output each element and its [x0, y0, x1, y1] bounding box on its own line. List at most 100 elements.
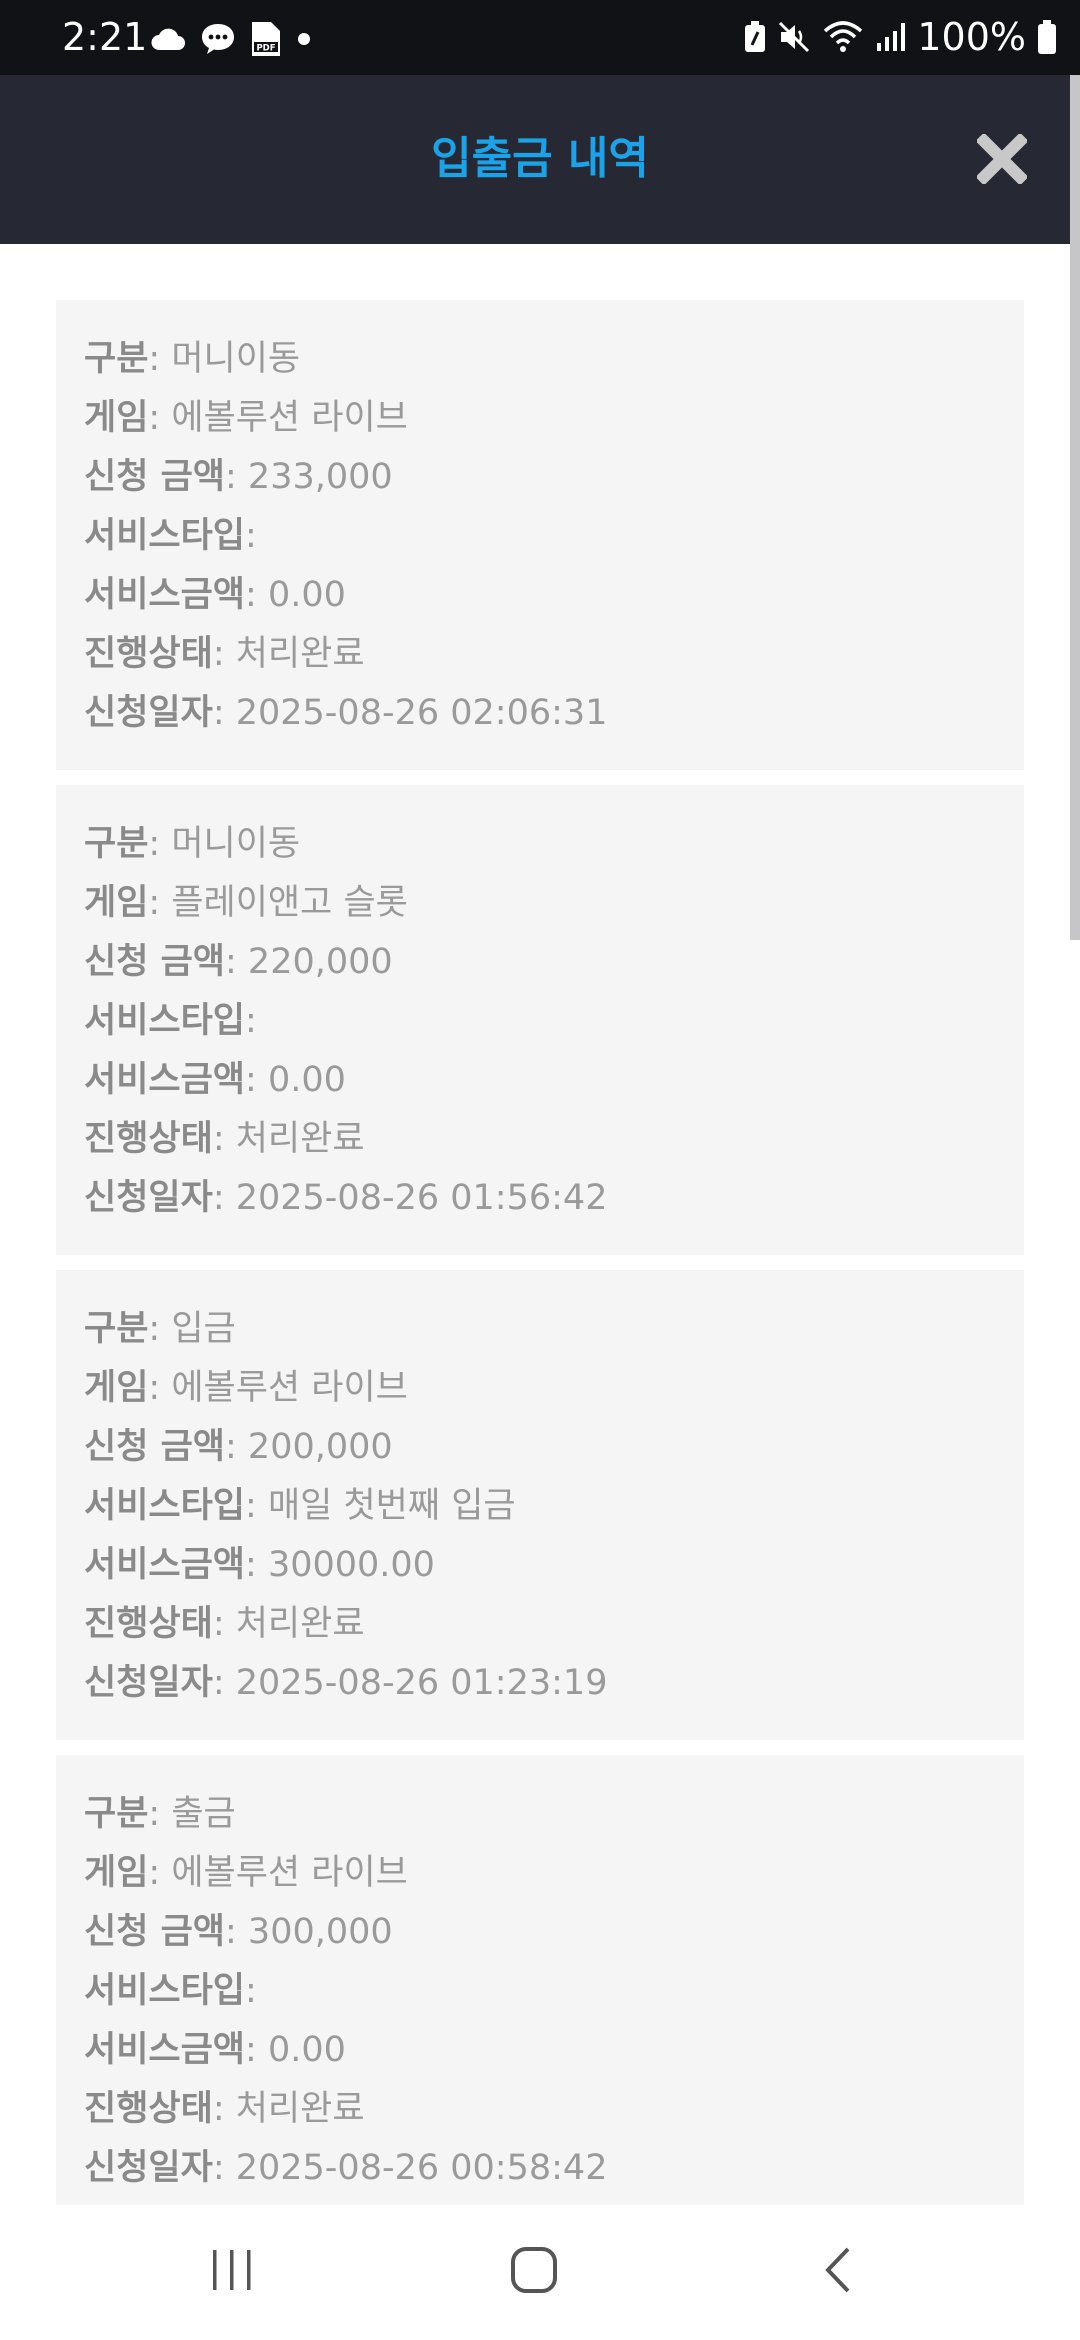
- back-button[interactable]: [798, 2235, 878, 2305]
- transaction-card: 구분: 출금 게임: 에볼루션 라이브 신청 금액: 300,000 서비스타입…: [56, 1755, 1024, 2225]
- status-row: 진행상태: 처리완료: [84, 2089, 365, 2129]
- type-label: 구분: [84, 339, 149, 379]
- chat-icon: [202, 24, 234, 54]
- game-row: 게임: 에볼루션 라이브: [84, 398, 408, 438]
- game-value: 에볼루션 라이브: [171, 1368, 408, 1408]
- date-value: 2025-08-26 01:56:42: [235, 1178, 608, 1218]
- service-amount-label: 서비스금액: [84, 575, 246, 615]
- transaction-card: 구분: 머니이동 게임: 플레이앤고 슬롯 신청 금액: 220,000 서비스…: [56, 785, 1024, 1255]
- modal-header: 입출금 내역: [0, 75, 1080, 244]
- screen: 2:21 PDF 100% 입출금 내역 구분: 머니이동 게임: 에볼루션 라…: [0, 0, 1080, 2340]
- service-amount-value: 0.00: [267, 1060, 346, 1100]
- service-amount-value: 0.00: [267, 575, 346, 615]
- date-label: 신청일자: [84, 2148, 213, 2188]
- status-row: 진행상태: 처리완료: [84, 1119, 365, 1159]
- status-label: 진행상태: [84, 1604, 213, 1644]
- amount-value: 233,000: [247, 457, 393, 497]
- type-row: 구분: 머니이동: [84, 339, 301, 379]
- status-value: 처리완료: [235, 1119, 365, 1159]
- battery-icon: [1038, 20, 1056, 54]
- service-amount-row: 서비스금액: 0.00: [84, 2030, 346, 2070]
- transaction-list: 구분: 머니이동 게임: 에볼루션 라이브 신청 금액: 233,000 서비스…: [56, 300, 1024, 2240]
- amount-label: 신청 금액: [84, 1427, 225, 1467]
- status-bar: 2:21 PDF 100%: [0, 0, 1080, 75]
- recent-apps-icon: [213, 2250, 251, 2290]
- service-amount-label: 서비스금액: [84, 2030, 246, 2070]
- status-label: 진행상태: [84, 1119, 213, 1159]
- type-value: 입금: [171, 1309, 236, 1349]
- type-label: 구분: [84, 824, 149, 864]
- service-type-label: 서비스타입: [84, 1486, 246, 1526]
- game-label: 게임: [84, 1853, 149, 1893]
- battery-percent: 100%: [917, 15, 1026, 59]
- type-label: 구분: [84, 1309, 149, 1349]
- service-type-label: 서비스타입: [84, 1971, 246, 2011]
- home-icon: [511, 2247, 557, 2293]
- amount-row: 신청 금액: 300,000: [84, 1912, 393, 1952]
- service-amount-row: 서비스금액: 0.00: [84, 575, 346, 615]
- service-type-row: 서비스타입:: [84, 1001, 257, 1041]
- type-value: 머니이동: [171, 824, 301, 864]
- date-row: 신청일자: 2025-08-26 02:06:31: [84, 693, 608, 733]
- service-amount-label: 서비스금액: [84, 1545, 246, 1585]
- game-row: 게임: 에볼루션 라이브: [84, 1853, 408, 1893]
- amount-label: 신청 금액: [84, 1912, 225, 1952]
- cloud-icon: [151, 28, 185, 50]
- type-value: 머니이동: [171, 339, 301, 379]
- system-nav-bar: [0, 2205, 1080, 2340]
- service-amount-value: 30000.00: [267, 1545, 435, 1585]
- svg-text:PDF: PDF: [256, 44, 275, 54]
- date-row: 신청일자: 2025-08-26 00:58:42: [84, 2148, 608, 2188]
- game-label: 게임: [84, 883, 149, 923]
- type-row: 구분: 머니이동: [84, 824, 301, 864]
- status-label: 진행상태: [84, 634, 213, 674]
- scrollbar[interactable]: [1070, 75, 1080, 940]
- type-row: 구분: 출금: [84, 1794, 236, 1834]
- transaction-card: 구분: 머니이동 게임: 에볼루션 라이브 신청 금액: 233,000 서비스…: [56, 300, 1024, 770]
- status-value: 처리완료: [235, 634, 365, 674]
- home-button[interactable]: [494, 2235, 574, 2305]
- type-label: 구분: [84, 1794, 149, 1834]
- type-row: 구분: 입금: [84, 1309, 236, 1349]
- status-label: 진행상태: [84, 2089, 213, 2129]
- date-label: 신청일자: [84, 693, 213, 733]
- date-value: 2025-08-26 01:23:19: [235, 1663, 608, 1703]
- status-time: 2:21: [62, 15, 148, 59]
- game-row: 게임: 에볼루션 라이브: [84, 1368, 408, 1408]
- page-title: 입출금 내역: [431, 133, 649, 184]
- back-icon: [825, 2247, 850, 2293]
- date-value: 2025-08-26 02:06:31: [235, 693, 608, 733]
- status-row: 진행상태: 처리완료: [84, 1604, 365, 1644]
- system-icons: 100%: [743, 14, 1058, 60]
- mute-icon: [779, 21, 810, 53]
- amount-label: 신청 금액: [84, 457, 225, 497]
- service-type-label: 서비스타입: [84, 516, 246, 556]
- status-row: 진행상태: 처리완료: [84, 634, 365, 674]
- transaction-card: 구분: 입금 게임: 에볼루션 라이브 신청 금액: 200,000 서비스타입…: [56, 1270, 1024, 1740]
- recent-apps-button[interactable]: [192, 2235, 272, 2305]
- notification-icons: PDF: [150, 20, 312, 58]
- amount-label: 신청 금액: [84, 942, 225, 982]
- service-amount-label: 서비스금액: [84, 1060, 246, 1100]
- dot-icon: [298, 33, 310, 45]
- service-amount-value: 0.00: [267, 2030, 346, 2070]
- amount-value: 300,000: [247, 1912, 393, 1952]
- service-type-row: 서비스타입: 매일 첫번째 입금: [84, 1486, 516, 1526]
- date-value: 2025-08-26 00:58:42: [235, 2148, 608, 2188]
- date-row: 신청일자: 2025-08-26 01:56:42: [84, 1178, 608, 1218]
- date-label: 신청일자: [84, 1663, 213, 1703]
- service-amount-row: 서비스금액: 0.00: [84, 1060, 346, 1100]
- game-row: 게임: 플레이앤고 슬롯: [84, 883, 408, 923]
- close-button[interactable]: [974, 131, 1030, 187]
- amount-value: 220,000: [247, 942, 393, 982]
- service-type-row: 서비스타입:: [84, 1971, 257, 2011]
- status-value: 처리완료: [235, 1604, 365, 1644]
- date-label: 신청일자: [84, 1178, 213, 1218]
- game-value: 에볼루션 라이브: [171, 1853, 408, 1893]
- battery-saver-icon: [745, 21, 766, 52]
- pdf-file-icon: PDF: [252, 22, 280, 56]
- amount-row: 신청 금액: 233,000: [84, 457, 393, 497]
- close-icon: [977, 134, 1027, 184]
- amount-value: 200,000: [247, 1427, 393, 1467]
- game-label: 게임: [84, 398, 149, 438]
